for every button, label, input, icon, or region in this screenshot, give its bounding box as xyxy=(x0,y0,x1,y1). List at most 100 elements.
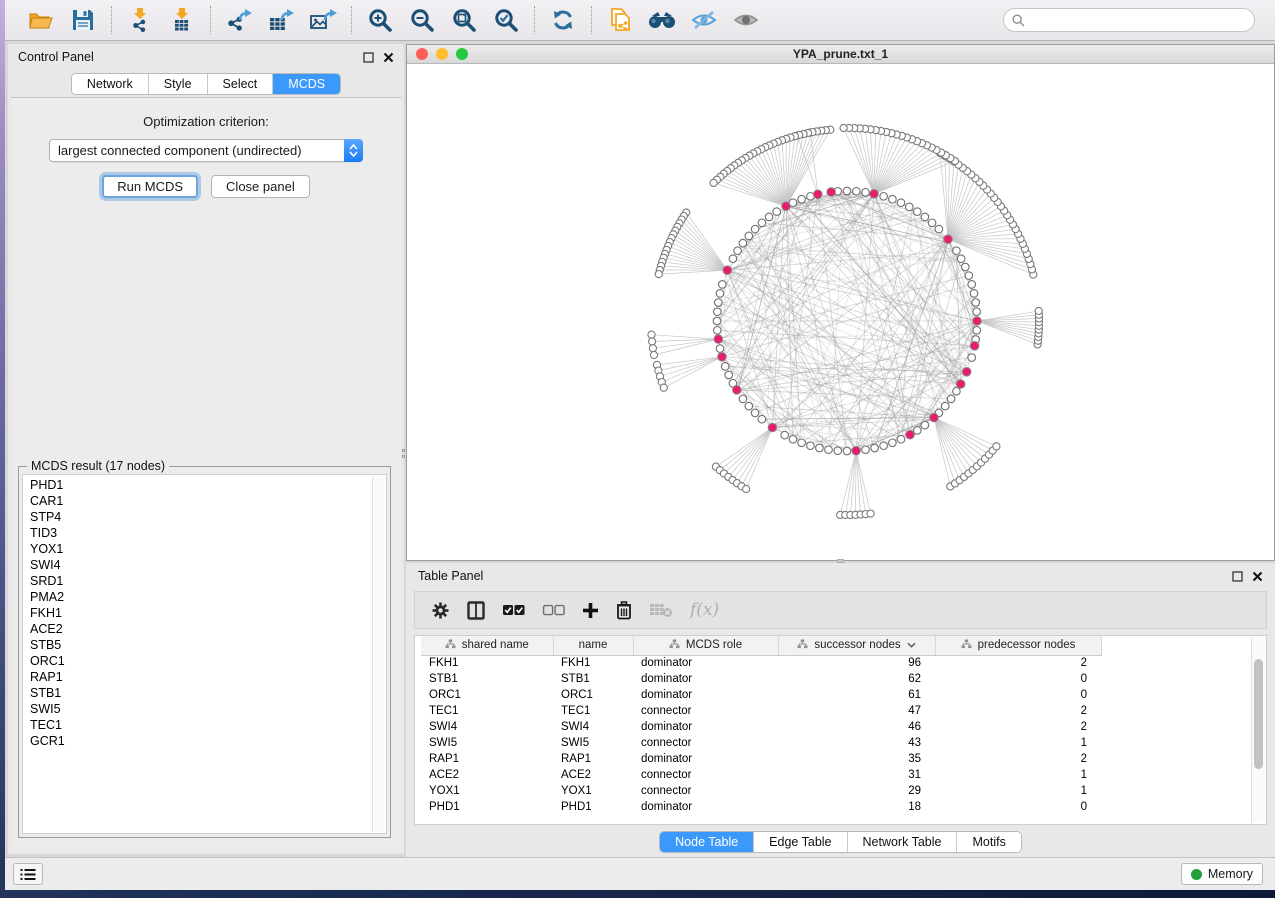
close-panel-icon[interactable] xyxy=(383,52,394,63)
cell-MCDS-role[interactable]: connector xyxy=(633,767,778,783)
table-row[interactable]: YOX1YOX1connector291 xyxy=(421,783,1101,799)
cell-successor-nodes[interactable]: 61 xyxy=(778,687,935,703)
refresh-layout-button[interactable] xyxy=(545,4,581,36)
zoom-selected-button[interactable] xyxy=(488,4,524,36)
mcds-result-list[interactable]: PHD1CAR1STP4TID3YOX1SWI4SRD1PMA2FKH1ACE2… xyxy=(22,474,387,834)
cell-predecessor-nodes[interactable]: 2 xyxy=(935,655,1101,671)
cell-MCDS-role[interactable]: dominator xyxy=(633,719,778,735)
table-row[interactable]: SWI5SWI5connector431 xyxy=(421,735,1101,751)
cell-name[interactable]: STB1 xyxy=(553,671,633,687)
mcds-result-item[interactable]: YOX1 xyxy=(30,541,386,557)
cell-name[interactable]: ORC1 xyxy=(553,687,633,703)
cell-predecessor-nodes[interactable]: 2 xyxy=(935,719,1101,735)
cell-name[interactable]: PHD1 xyxy=(553,799,633,815)
run-mcds-button[interactable]: Run MCDS xyxy=(102,175,198,198)
cell-MCDS-role[interactable]: dominator xyxy=(633,799,778,815)
table-row[interactable]: PHD1PHD1dominator180 xyxy=(421,799,1101,815)
mcds-result-item[interactable]: PHD1 xyxy=(30,477,386,493)
mcds-result-item[interactable]: STB5 xyxy=(30,637,386,653)
cell-shared-name[interactable]: PHD1 xyxy=(421,799,553,815)
table-row[interactable]: RAP1RAP1dominator352 xyxy=(421,751,1101,767)
mcds-result-item[interactable]: FKH1 xyxy=(30,605,386,621)
cell-name[interactable]: RAP1 xyxy=(553,751,633,767)
column-header-name[interactable]: name xyxy=(553,636,633,655)
select-all-icon[interactable] xyxy=(502,603,525,617)
cell-predecessor-nodes[interactable]: 0 xyxy=(935,687,1101,703)
cell-successor-nodes[interactable]: 43 xyxy=(778,735,935,751)
cell-shared-name[interactable]: STB1 xyxy=(421,671,553,687)
mcds-result-item[interactable]: SWI4 xyxy=(30,557,386,573)
cell-MCDS-role[interactable]: dominator xyxy=(633,671,778,687)
cell-shared-name[interactable]: SWI5 xyxy=(421,735,553,751)
gear-icon[interactable] xyxy=(431,601,450,620)
mcds-result-item[interactable]: RAP1 xyxy=(30,669,386,685)
cell-successor-nodes[interactable]: 18 xyxy=(778,799,935,815)
zoom-fit-button[interactable] xyxy=(446,4,482,36)
cell-shared-name[interactable]: YOX1 xyxy=(421,783,553,799)
table-row[interactable]: ORC1ORC1dominator610 xyxy=(421,687,1101,703)
export-network-button[interactable] xyxy=(221,4,257,36)
cell-successor-nodes[interactable]: 29 xyxy=(778,783,935,799)
cell-successor-nodes[interactable]: 62 xyxy=(778,671,935,687)
search-box[interactable] xyxy=(1003,8,1255,32)
export-table-button[interactable] xyxy=(263,4,299,36)
network-window-titlebar[interactable]: YPA_prune.txt_1 xyxy=(407,45,1274,64)
mcds-result-item[interactable]: CAR1 xyxy=(30,493,386,509)
mcds-result-item[interactable]: SWI5 xyxy=(30,701,386,717)
import-network-button[interactable] xyxy=(122,4,158,36)
columns-icon[interactable] xyxy=(467,601,485,620)
cell-name[interactable]: YOX1 xyxy=(553,783,633,799)
column-header-predecessor-nodes[interactable]: predecessor nodes xyxy=(935,636,1101,655)
cell-predecessor-nodes[interactable]: 2 xyxy=(935,703,1101,719)
cell-shared-name[interactable]: RAP1 xyxy=(421,751,553,767)
cell-shared-name[interactable]: SWI4 xyxy=(421,719,553,735)
cell-name[interactable]: SWI5 xyxy=(553,735,633,751)
tab-motifs[interactable]: Motifs xyxy=(957,832,1020,852)
tab-edge-table[interactable]: Edge Table xyxy=(754,832,847,852)
cell-predecessor-nodes[interactable]: 0 xyxy=(935,799,1101,815)
table-scrollbar[interactable] xyxy=(1251,637,1265,823)
cell-name[interactable]: SWI4 xyxy=(553,719,633,735)
table-row[interactable]: ACE2ACE2connector311 xyxy=(421,767,1101,783)
import-table-button[interactable] xyxy=(164,4,200,36)
cell-shared-name[interactable]: TEC1 xyxy=(421,703,553,719)
mcds-result-item[interactable]: GCR1 xyxy=(30,733,386,749)
cell-predecessor-nodes[interactable]: 2 xyxy=(935,751,1101,767)
hide-selected-button[interactable] xyxy=(686,4,722,36)
column-header-successor-nodes[interactable]: successor nodes xyxy=(778,636,935,655)
mcds-result-item[interactable]: PMA2 xyxy=(30,589,386,605)
cell-predecessor-nodes[interactable]: 1 xyxy=(935,767,1101,783)
memory-button[interactable]: Memory xyxy=(1181,863,1263,885)
tab-network-table[interactable]: Network Table xyxy=(848,832,958,852)
cell-MCDS-role[interactable]: connector xyxy=(633,783,778,799)
mcds-result-item[interactable]: ORC1 xyxy=(30,653,386,669)
network-canvas[interactable] xyxy=(407,64,1274,560)
mcds-result-item[interactable]: TEC1 xyxy=(30,717,386,733)
deselect-all-icon[interactable] xyxy=(542,603,565,617)
cell-name[interactable]: ACE2 xyxy=(553,767,633,783)
cell-name[interactable]: TEC1 xyxy=(553,703,633,719)
table-row[interactable]: SWI4SWI4dominator462 xyxy=(421,719,1101,735)
close-table-panel-icon[interactable] xyxy=(1252,571,1263,582)
cell-shared-name[interactable]: ACE2 xyxy=(421,767,553,783)
cell-shared-name[interactable]: ORC1 xyxy=(421,687,553,703)
tab-select[interactable]: Select xyxy=(208,74,274,94)
task-history-button[interactable] xyxy=(13,863,43,885)
trash-icon[interactable] xyxy=(616,601,632,620)
mcds-result-item[interactable]: TID3 xyxy=(30,525,386,541)
float-table-panel-icon[interactable] xyxy=(1232,571,1243,582)
cell-successor-nodes[interactable]: 31 xyxy=(778,767,935,783)
search-network-button[interactable] xyxy=(644,4,680,36)
cell-shared-name[interactable]: FKH1 xyxy=(421,655,553,671)
close-panel-button[interactable]: Close panel xyxy=(211,175,310,198)
open-file-button[interactable] xyxy=(23,4,59,36)
cell-predecessor-nodes[interactable]: 1 xyxy=(935,783,1101,799)
cell-successor-nodes[interactable]: 35 xyxy=(778,751,935,767)
cell-successor-nodes[interactable]: 46 xyxy=(778,719,935,735)
cell-predecessor-nodes[interactable]: 0 xyxy=(935,671,1101,687)
float-panel-icon[interactable] xyxy=(363,52,374,63)
table-scrollbar-thumb[interactable] xyxy=(1254,659,1263,769)
cell-predecessor-nodes[interactable]: 1 xyxy=(935,735,1101,751)
node-table[interactable]: shared namenameMCDS rolesuccessor nodesp… xyxy=(414,635,1267,825)
tab-network[interactable]: Network xyxy=(72,74,149,94)
